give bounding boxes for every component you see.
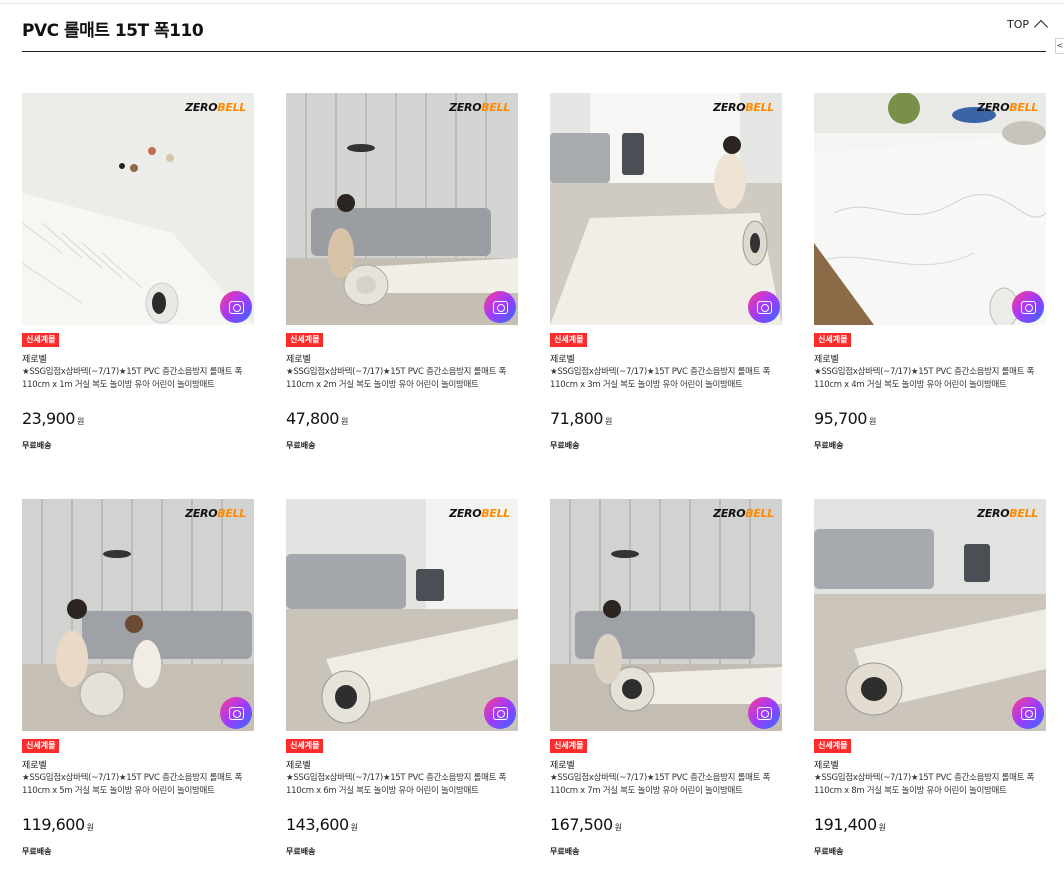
shipping-label: 무료배송 xyxy=(814,441,844,450)
product-price: 119,600 원 xyxy=(22,815,94,834)
store-badge: 신세계몰 xyxy=(286,739,324,753)
brand-logo: ZEROBELL xyxy=(185,507,246,520)
seller-name: 제로벨 xyxy=(814,355,839,365)
brand-logo: ZEROBELL xyxy=(713,101,774,114)
seller-name: 제로벨 xyxy=(550,355,575,365)
product-card[interactable]: ZEROBELL 신세계몰 제로벨 ★SSG입점x삼바텍(~7/17)★15T … xyxy=(22,93,254,473)
shipping-label: 무료배송 xyxy=(550,847,580,856)
store-badge: 신세계몰 xyxy=(814,333,852,347)
product-image[interactable]: ZEROBELL xyxy=(814,499,1046,731)
top-label: TOP xyxy=(1006,18,1029,31)
shipping-label: 무료배송 xyxy=(286,441,316,450)
store-badge: 신세계몰 xyxy=(286,333,324,347)
product-card[interactable]: ZEROBELL 신세계몰 제로벨 ★SSG입점x삼바텍(~7/17)★15T … xyxy=(814,93,1046,473)
product-name[interactable]: ★SSG입점x삼바텍(~7/17)★15T PVC 층간소음방지 롤매트 폭 1… xyxy=(22,772,250,798)
camera-search-icon[interactable] xyxy=(748,291,780,323)
product-price: 95,700 원 xyxy=(814,409,876,428)
store-badge: 신세계몰 xyxy=(22,739,60,753)
product-card[interactable]: ZEROBELL 신세계몰 제로벨 ★SSG입점x삼바텍(~7/17)★15T … xyxy=(22,499,254,879)
product-image[interactable]: ZEROBELL xyxy=(22,499,254,731)
product-card[interactable]: ZEROBELL 신세계몰 제로벨 ★SSG입점x삼바텍(~7/17)★15T … xyxy=(550,499,782,879)
store-badge: 신세계몰 xyxy=(550,333,588,347)
product-price: 143,600 원 xyxy=(286,815,358,834)
brand-logo: ZEROBELL xyxy=(449,101,510,114)
shipping-label: 무료배송 xyxy=(22,441,52,450)
page-title: PVC 롤매트 15T 폭110 xyxy=(22,21,204,41)
brand-logo: ZEROBELL xyxy=(713,507,774,520)
camera-search-icon[interactable] xyxy=(1012,697,1044,729)
product-card[interactable]: ZEROBELL 신세계몰 제로벨 ★SSG입점x삼바텍(~7/17)★15T … xyxy=(814,499,1046,879)
product-name[interactable]: ★SSG입점x삼바텍(~7/17)★15T PVC 층간소음방지 롤매트 폭 1… xyxy=(22,366,250,392)
camera-search-icon[interactable] xyxy=(220,291,252,323)
product-price: 191,400 원 xyxy=(814,815,886,834)
product-card[interactable]: ZEROBELL 신세계몰 제로벨 ★SSG입점x삼바텍(~7/17)★15T … xyxy=(550,93,782,473)
camera-search-icon[interactable] xyxy=(484,697,516,729)
brand-logo: ZEROBELL xyxy=(977,101,1038,114)
product-card[interactable]: ZEROBELL 신세계몰 제로벨 ★SSG입점x삼바텍(~7/17)★15T … xyxy=(286,93,518,473)
seller-name: 제로벨 xyxy=(550,761,575,771)
product-image[interactable]: ZEROBELL xyxy=(286,93,518,325)
camera-search-icon[interactable] xyxy=(220,697,252,729)
store-badge: 신세계몰 xyxy=(814,739,852,753)
product-image[interactable]: ZEROBELL xyxy=(550,499,782,731)
product-name[interactable]: ★SSG입점x삼바텍(~7/17)★15T PVC 층간소음방지 롤매트 폭 1… xyxy=(286,366,514,392)
camera-search-icon[interactable] xyxy=(484,291,516,323)
product-name[interactable]: ★SSG입점x삼바텍(~7/17)★15T PVC 층간소음방지 롤매트 폭 1… xyxy=(286,772,514,798)
seller-name: 제로벨 xyxy=(22,761,47,771)
product-name[interactable]: ★SSG입점x삼바텍(~7/17)★15T PVC 층간소음방지 롤매트 폭 1… xyxy=(550,772,778,798)
product-price: 47,800 원 xyxy=(286,409,348,428)
store-badge: 신세계몰 xyxy=(550,739,588,753)
store-badge: 신세계몰 xyxy=(22,333,60,347)
seller-name: 제로벨 xyxy=(286,355,311,365)
shipping-label: 무료배송 xyxy=(814,847,844,856)
seller-name: 제로벨 xyxy=(814,761,839,771)
product-card[interactable]: ZEROBELL 신세계몰 제로벨 ★SSG입점x삼바텍(~7/17)★15T … xyxy=(286,499,518,879)
brand-logo: ZEROBELL xyxy=(977,507,1038,520)
product-name[interactable]: ★SSG입점x삼바텍(~7/17)★15T PVC 층간소음방지 롤매트 폭 1… xyxy=(814,772,1042,798)
product-image[interactable]: ZEROBELL xyxy=(814,93,1046,325)
product-image[interactable]: ZEROBELL xyxy=(550,93,782,325)
product-image[interactable]: ZEROBELL xyxy=(22,93,254,325)
shipping-label: 무료배송 xyxy=(22,847,52,856)
product-name[interactable]: ★SSG입점x삼바텍(~7/17)★15T PVC 층간소음방지 롤매트 폭 1… xyxy=(814,366,1042,392)
brand-logo: ZEROBELL xyxy=(449,507,510,520)
shipping-label: 무료배송 xyxy=(550,441,580,450)
product-price: 71,800 원 xyxy=(550,409,612,428)
side-panel-toggle[interactable]: < xyxy=(1055,38,1064,54)
seller-name: 제로벨 xyxy=(22,355,47,365)
brand-logo: ZEROBELL xyxy=(185,101,246,114)
camera-search-icon[interactable] xyxy=(1012,291,1044,323)
product-name[interactable]: ★SSG입점x삼바텍(~7/17)★15T PVC 층간소음방지 롤매트 폭 1… xyxy=(550,366,778,392)
chevron-up-icon xyxy=(1033,19,1049,35)
seller-name: 제로벨 xyxy=(286,761,311,771)
section-header: PVC 롤매트 15T 폭110 TOP xyxy=(22,0,1049,52)
product-price: 23,900 원 xyxy=(22,409,84,428)
top-button[interactable]: TOP xyxy=(1006,17,1049,35)
camera-search-icon[interactable] xyxy=(748,697,780,729)
product-price: 167,500 원 xyxy=(550,815,622,834)
shipping-label: 무료배송 xyxy=(286,847,316,856)
product-image[interactable]: ZEROBELL xyxy=(286,499,518,731)
